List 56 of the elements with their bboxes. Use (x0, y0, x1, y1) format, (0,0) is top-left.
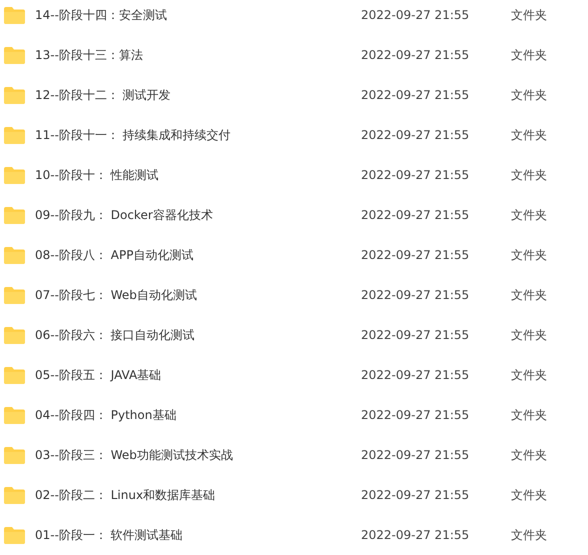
folder-icon (4, 206, 25, 224)
folder-name[interactable]: 02--阶段二： Linux和数据库基础 (35, 486, 355, 504)
file-type: 文件夹 (511, 326, 547, 344)
folder-name[interactable]: 08--阶段八： APP自动化测试 (35, 246, 355, 264)
folder-icon (4, 526, 25, 544)
folder-icon (4, 446, 25, 464)
folder-icon (4, 486, 25, 504)
file-type: 文件夹 (511, 86, 547, 104)
folder-name[interactable]: 14--阶段十四：安全测试 (35, 6, 355, 24)
folder-icon (4, 126, 25, 144)
modified-date: 2022-09-27 21:55 (361, 328, 470, 342)
folder-icon (4, 6, 25, 24)
file-type: 文件夹 (511, 126, 547, 144)
modified-date: 2022-09-27 21:55 (361, 528, 470, 542)
file-type: 文件夹 (511, 286, 547, 304)
folder-icon (4, 46, 25, 64)
modified-date: 2022-09-27 21:55 (361, 408, 470, 422)
folder-icon (4, 166, 25, 184)
file-type: 文件夹 (511, 166, 547, 184)
folder-icon (4, 246, 25, 264)
modified-date: 2022-09-27 21:55 (361, 168, 470, 182)
folder-name[interactable]: 12--阶段十二： 测试开发 (35, 86, 355, 104)
folder-name[interactable]: 07--阶段七： Web自动化测试 (35, 286, 355, 304)
folder-icon (4, 286, 25, 304)
folder-name[interactable]: 05--阶段五： JAVA基础 (35, 366, 355, 384)
modified-date: 2022-09-27 21:55 (361, 368, 470, 382)
folder-name[interactable]: 11--阶段十一： 持续集成和持续交付 (35, 126, 355, 144)
file-type: 文件夹 (511, 526, 547, 544)
folder-name[interactable]: 03--阶段三： Web功能测试技术实战 (35, 446, 355, 464)
file-type: 文件夹 (511, 246, 547, 264)
file-type: 文件夹 (511, 206, 547, 224)
modified-date: 2022-09-27 21:55 (361, 128, 470, 142)
modified-date: 2022-09-27 21:55 (361, 8, 470, 22)
folder-icon (4, 406, 25, 424)
folder-name[interactable]: 06--阶段六： 接口自动化测试 (35, 326, 355, 344)
file-type: 文件夹 (511, 486, 547, 504)
modified-date: 2022-09-27 21:55 (361, 88, 470, 102)
folder-name[interactable]: 04--阶段四： Python基础 (35, 406, 355, 424)
modified-date: 2022-09-27 21:55 (361, 248, 470, 262)
folder-icon (4, 366, 25, 384)
modified-date: 2022-09-27 21:55 (361, 208, 470, 222)
folder-name[interactable]: 10--阶段十： 性能测试 (35, 166, 355, 184)
modified-date: 2022-09-27 21:55 (361, 448, 470, 462)
file-type: 文件夹 (511, 6, 547, 24)
file-type: 文件夹 (511, 366, 547, 384)
file-type: 文件夹 (511, 446, 547, 464)
modified-date: 2022-09-27 21:55 (361, 288, 470, 302)
folder-icon (4, 326, 25, 344)
folder-icon (4, 86, 25, 104)
folder-name[interactable]: 09--阶段九： Docker容器化技术 (35, 206, 355, 224)
modified-date: 2022-09-27 21:55 (361, 48, 470, 62)
folder-name[interactable]: 01--阶段一： 软件测试基础 (35, 526, 355, 544)
file-type: 文件夹 (511, 46, 547, 64)
file-type: 文件夹 (511, 406, 547, 424)
modified-date: 2022-09-27 21:55 (361, 488, 470, 502)
folder-name[interactable]: 13--阶段十三：算法 (35, 46, 355, 64)
